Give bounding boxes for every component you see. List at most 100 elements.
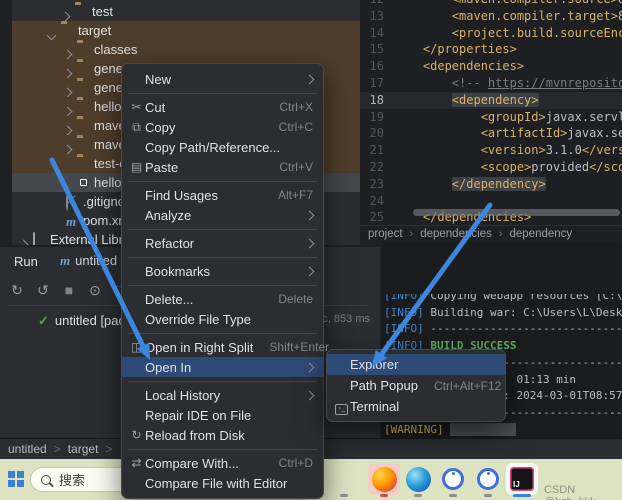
code-text: <project.build.sourceEncoding>UTF-8 bbox=[394, 25, 622, 42]
menu-item-label: Find Usages bbox=[145, 188, 262, 203]
context-menu-item-compare-file-with-editor[interactable]: Compare File with Editor bbox=[122, 473, 323, 493]
context-menu: New ✂CutCtrl+X⧉CopyCtrl+CCopy Path/Refere… bbox=[121, 63, 324, 499]
running-indicator bbox=[414, 494, 422, 497]
submenu-arrow-icon bbox=[306, 392, 313, 399]
menu-item-shortcut: Ctrl+X bbox=[279, 100, 313, 114]
rerun-icon[interactable]: ↻ bbox=[8, 282, 26, 299]
running-indicator bbox=[380, 494, 388, 497]
menu-item-label: Open In bbox=[145, 360, 296, 375]
submenu-item-explorer[interactable]: Explorer bbox=[327, 354, 505, 375]
context-menu-item-open-in-right-split[interactable]: ◫Open in Right SplitShift+Enter bbox=[122, 337, 323, 357]
context-menu-item-override-file-type[interactable]: Override File Type bbox=[122, 309, 323, 329]
edge-icon[interactable] bbox=[402, 463, 434, 495]
file-explorer-icon[interactable] bbox=[328, 463, 360, 495]
status-breadcrumb-target[interactable]: target bbox=[68, 442, 99, 456]
submenu-item-path-popup[interactable]: Path PopupCtrl+Alt+F12 bbox=[327, 375, 505, 396]
context-menu-item-copy[interactable]: ⧉CopyCtrl+C bbox=[122, 117, 323, 137]
menu-separator bbox=[122, 225, 323, 233]
folder-icon bbox=[77, 43, 91, 56]
context-menu-item-bookmarks[interactable]: Bookmarks bbox=[122, 261, 323, 281]
menu-separator bbox=[122, 253, 323, 261]
editor[interactable]: 12 <maven.compiler.source>8</maven.compi… bbox=[360, 0, 622, 225]
context-menu-item-analyze[interactable]: Analyze bbox=[122, 205, 323, 225]
folder-icon bbox=[77, 157, 91, 170]
breadcrumb-dependencies[interactable]: dependencies bbox=[420, 228, 492, 240]
app-circle-2-icon[interactable] bbox=[472, 463, 504, 495]
context-menu-item-reload-from-disk[interactable]: ↻Reload from Disk bbox=[122, 425, 323, 445]
menu-item-label: Compare With... bbox=[145, 456, 263, 471]
console-line: [INFO] Building war: C:\Users\L\Desktop\… bbox=[384, 305, 622, 322]
menu-separator bbox=[122, 329, 323, 337]
line-number: 19 bbox=[360, 109, 384, 126]
context-menu-item-paste[interactable]: ▤PasteCtrl+V bbox=[122, 157, 323, 177]
run-tab-label: untitled bbox=[75, 253, 117, 268]
context-menu-item-copy-path-reference[interactable]: Copy Path/Reference... bbox=[122, 137, 323, 157]
menu-item-shortcut: Delete bbox=[278, 292, 313, 306]
tree-item-classes[interactable]: classes bbox=[12, 40, 360, 59]
app-circle-1-icon[interactable] bbox=[437, 463, 469, 495]
tree-item-label: target bbox=[78, 23, 111, 38]
check-icon: ✓ bbox=[38, 313, 49, 328]
editor-line: 15 </properties> bbox=[360, 41, 622, 58]
copy-icon: ⧉ bbox=[128, 120, 145, 135]
code-text: <version>3.1.0</version> bbox=[394, 142, 622, 159]
context-menu-item-refactor[interactable]: Refactor bbox=[122, 233, 323, 253]
line-number: 16 bbox=[360, 58, 384, 75]
run-node-label: untitled [pac bbox=[55, 313, 125, 328]
line-number: 21 bbox=[360, 142, 384, 159]
folder-icon bbox=[77, 100, 91, 113]
code-text: <maven.compiler.target>8</maven.compiler… bbox=[394, 8, 622, 25]
menu-item-label: Reload from Disk bbox=[145, 428, 313, 443]
menu-item-label: Local History bbox=[145, 388, 296, 403]
context-menu-item-cut[interactable]: ✂CutCtrl+X bbox=[122, 97, 323, 117]
intellij-icon[interactable] bbox=[506, 463, 538, 495]
rerun-all-icon[interactable]: ↺ bbox=[34, 282, 52, 299]
stop-icon[interactable]: ■ bbox=[60, 282, 78, 298]
run-tree-node[interactable]: ✓ untitled [pac bbox=[38, 313, 125, 329]
menu-item-label: Copy bbox=[145, 120, 263, 135]
menu-item-label: Explorer bbox=[350, 357, 495, 372]
console-line: [INFO] Copying webapp resources [C:\User… bbox=[384, 294, 622, 305]
code-text: <groupId>javax.servlet</groupId> bbox=[394, 109, 622, 126]
menu-separator bbox=[122, 377, 323, 385]
menu-item-label: Refactor bbox=[145, 236, 296, 251]
start-button[interactable] bbox=[8, 471, 24, 487]
folder-icon bbox=[77, 81, 91, 94]
editor-line: 24 bbox=[360, 193, 622, 210]
eye-icon[interactable]: ⊙ bbox=[86, 282, 104, 299]
context-menu-item-open-in[interactable]: Open In bbox=[122, 357, 323, 377]
context-menu-item-new[interactable]: New bbox=[122, 69, 323, 89]
context-menu-item-local-history[interactable]: Local History bbox=[122, 385, 323, 405]
maven-icon: m bbox=[60, 253, 70, 268]
maven-icon: m bbox=[66, 214, 80, 227]
line-number: 22 bbox=[360, 159, 384, 176]
line-number: 24 bbox=[360, 193, 384, 210]
folder-icon bbox=[77, 119, 91, 132]
context-menu-item-find-usages[interactable]: Find Usages Alt+F7 bbox=[122, 185, 323, 205]
tree-item-test[interactable]: test bbox=[12, 2, 360, 21]
tree-item-target[interactable]: target bbox=[12, 21, 360, 40]
submenu-arrow-icon bbox=[306, 240, 313, 247]
context-menu-item-delete[interactable]: Delete... Delete bbox=[122, 289, 323, 309]
breadcrumb-separator: › bbox=[499, 228, 503, 240]
run-tab[interactable]: m untitled bbox=[60, 253, 117, 269]
context-menu-item-repair-ide-on-file[interactable]: Repair IDE on File bbox=[122, 405, 323, 425]
status-breadcrumb-untitled[interactable]: untitled bbox=[8, 442, 47, 456]
menu-separator bbox=[122, 89, 323, 97]
console-line: [INFO] ---------------------------------… bbox=[384, 321, 622, 338]
menu-item-label: Delete... bbox=[145, 292, 262, 307]
menu-item-label: Compare File with Editor bbox=[145, 476, 313, 491]
horizontal-scrollbar[interactable] bbox=[413, 209, 620, 216]
submenu-item-terminal[interactable]: ›_Terminal bbox=[327, 396, 505, 417]
menu-item-shortcut: Ctrl+Alt+F12 bbox=[434, 379, 501, 393]
breadcrumb-separator: › bbox=[410, 228, 414, 240]
editor-line: 12 <maven.compiler.source>8</maven.compi… bbox=[360, 0, 622, 8]
firefox-icon[interactable] bbox=[368, 463, 400, 495]
breadcrumb-dependency[interactable]: dependency bbox=[510, 228, 573, 240]
breadcrumb-project[interactable]: project bbox=[368, 228, 403, 240]
editor-breadcrumbs: project › dependencies › dependency bbox=[360, 225, 622, 242]
folder-icon bbox=[75, 5, 89, 18]
context-menu-item-compare-with[interactable]: ⇄Compare With...Ctrl+D bbox=[122, 453, 323, 473]
menu-item-shortcut: Alt+F7 bbox=[278, 188, 313, 202]
console-line: [WARNING] bbox=[384, 422, 516, 438]
